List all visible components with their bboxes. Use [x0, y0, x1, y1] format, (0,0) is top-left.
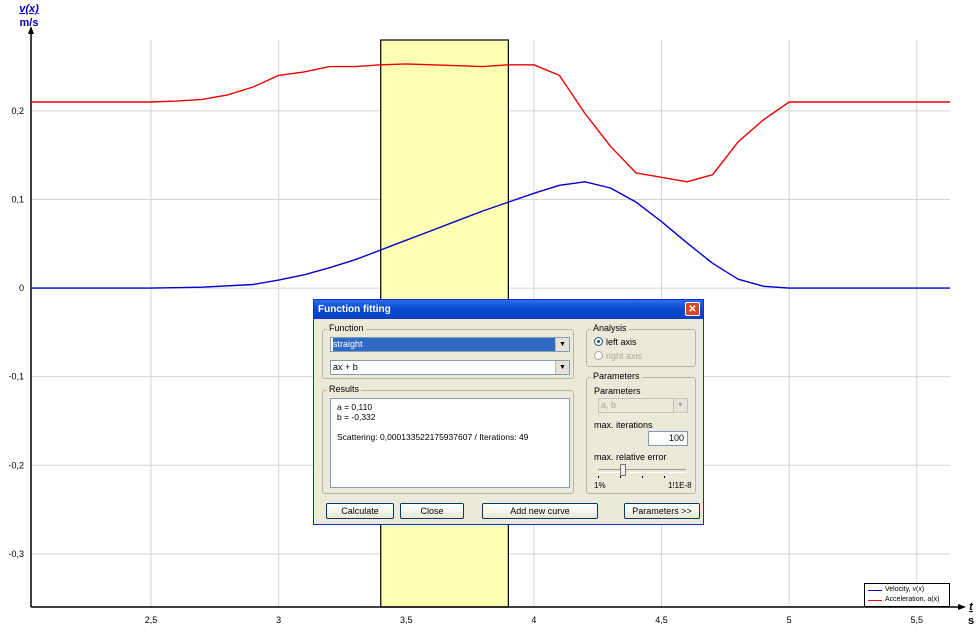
x-tick-label: 4	[531, 615, 536, 625]
calculate-button[interactable]: Calculate	[326, 503, 394, 519]
results-group-label: Results	[327, 384, 362, 394]
y-tick-label: 0	[19, 283, 24, 293]
slider-max-label: 1!1E-8	[668, 481, 692, 490]
legend-item-acceleration: Acceleration, a(x)	[865, 595, 949, 605]
radio-selected-icon[interactable]	[594, 337, 603, 346]
analysis-group-label: Analysis	[591, 323, 629, 333]
add-new-curve-button[interactable]: Add new curve	[482, 503, 598, 519]
x-axis-arrow	[958, 604, 966, 610]
legend-label: Velocity, v(x)	[885, 586, 925, 593]
analysis-group: Analysis	[586, 323, 696, 367]
y-tick-label: 0,1	[11, 194, 24, 204]
parameters-group-label: Parameters	[591, 371, 642, 381]
radio-left-axis-label: left axis	[606, 337, 637, 347]
dialog-title: Function fitting	[318, 304, 391, 315]
parameters-label: Parameters	[594, 386, 641, 396]
y-tick-label: -0,2	[8, 460, 24, 470]
slider-ticks	[598, 476, 686, 478]
parameters-select-value: a, b	[601, 400, 617, 410]
slider-min-label: 1%	[594, 481, 606, 490]
x-tick-label: 5	[787, 615, 792, 625]
relative-error-slider[interactable]	[598, 464, 688, 478]
legend-swatch-velocity	[868, 590, 882, 591]
x-tick-label: 5,5	[911, 615, 924, 625]
function-fitting-dialog: Function fitting ✕ Function straight ▼ a…	[313, 299, 704, 525]
x-axis-label: t	[969, 601, 974, 613]
result-line: a = 0,110	[337, 402, 373, 412]
chevron-down-icon[interactable]: ▼	[555, 361, 569, 374]
y-tick-label: -0,3	[8, 549, 24, 559]
y-tick-label: -0,1	[8, 372, 24, 382]
x-tick-label: 2,5	[145, 615, 158, 625]
function-group-label: Function	[327, 323, 366, 333]
x-tick-label: 3	[276, 615, 281, 625]
result-line	[337, 422, 563, 432]
function-select-value: straight	[333, 338, 555, 351]
x-tick-label: 3,5	[400, 615, 413, 625]
max-iterations-field[interactable]: 100	[648, 431, 688, 446]
formula-select-value: ax + b	[333, 362, 358, 372]
chevron-down-icon[interactable]: ▼	[555, 338, 569, 351]
radio-right-axis-label: right axis	[606, 351, 643, 361]
formula-select[interactable]: ax + b ▼	[330, 360, 570, 375]
parameters-select[interactable]: a, b ▼	[598, 398, 688, 413]
max-iterations-label: max. iterations	[594, 420, 653, 430]
legend-label: Acceleration, a(x)	[885, 596, 940, 603]
results-output: a = 0,110 b = -0,332 Scattering: 0,00013…	[330, 398, 570, 488]
parameters-button[interactable]: Parameters >>	[624, 503, 700, 519]
radio-unselected-icon[interactable]	[594, 351, 603, 360]
y-tick-label: 0,2	[11, 106, 24, 116]
legend-item-velocity: Velocity, v(x)	[865, 585, 949, 595]
radio-left-axis[interactable]: left axis	[594, 337, 637, 347]
result-line: Scattering: 0,000133522175937607 / Itera…	[337, 432, 529, 442]
chart-legend: Velocity, v(x) Acceleration, a(x)	[864, 583, 950, 607]
dialog-title-bar[interactable]: Function fitting ✕	[314, 300, 703, 319]
chevron-down-icon[interactable]: ▼	[673, 399, 687, 412]
slider-track	[598, 469, 686, 473]
y-axis-label: v(x)	[19, 3, 39, 15]
legend-swatch-acceleration	[868, 600, 882, 601]
result-line: b = -0,332	[337, 412, 376, 422]
max-relative-error-label: max. relative error	[594, 452, 667, 462]
radio-right-axis[interactable]: right axis	[594, 351, 642, 361]
x-axis-unit: s	[968, 615, 974, 627]
close-icon[interactable]: ✕	[685, 302, 700, 316]
y-axis-unit: m/s	[20, 17, 39, 29]
x-tick-label: 4,5	[655, 615, 668, 625]
close-button[interactable]: Close	[400, 503, 464, 519]
function-select[interactable]: straight ▼	[330, 337, 570, 352]
slider-thumb[interactable]	[620, 464, 626, 476]
